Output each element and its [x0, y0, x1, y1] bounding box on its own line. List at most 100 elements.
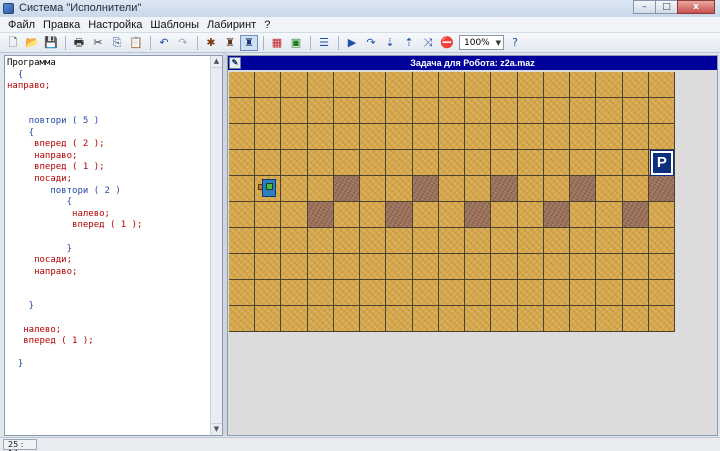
sand-cell[interactable] [438, 72, 466, 98]
sand-cell[interactable] [386, 98, 413, 124]
sand-cell[interactable] [517, 202, 544, 228]
sand-cell[interactable] [570, 228, 597, 254]
sand-cell[interactable] [412, 254, 439, 280]
sand-cell[interactable] [360, 306, 387, 332]
sand-cell[interactable] [438, 202, 466, 228]
sand-cell[interactable] [360, 254, 387, 280]
sand-cell[interactable] [570, 98, 597, 124]
sand-cell[interactable] [281, 124, 308, 150]
code-line[interactable] [7, 93, 207, 105]
sand-cell[interactable] [412, 72, 439, 98]
sand-cell[interactable] [491, 306, 518, 332]
sand-cell[interactable] [648, 98, 675, 124]
sand-cell[interactable] [281, 150, 308, 176]
sand-cell[interactable] [491, 280, 518, 306]
sand-cell[interactable] [412, 280, 439, 306]
sand-cell[interactable] [517, 306, 544, 332]
sand-cell[interactable] [386, 228, 413, 254]
menu-templates[interactable]: Шаблоны [146, 19, 203, 31]
code-line[interactable] [7, 232, 207, 244]
sand-cell[interactable] [438, 228, 466, 254]
soil-cell[interactable] [333, 176, 361, 202]
code-line[interactable]: вперед ( 1 ); [7, 220, 207, 232]
paste-icon[interactable]: 📋 [127, 35, 145, 51]
sand-cell[interactable] [255, 98, 282, 124]
sand-cell[interactable] [491, 228, 518, 254]
sand-cell[interactable] [360, 124, 387, 150]
sand-cell[interactable] [360, 202, 387, 228]
code-line[interactable]: повтори ( 5 ) [7, 116, 207, 128]
sand-cell[interactable] [622, 254, 649, 280]
sand-cell[interactable] [229, 150, 256, 176]
menu-settings[interactable]: Настройка [84, 19, 146, 31]
sand-cell[interactable] [412, 98, 439, 124]
sand-cell[interactable] [570, 202, 597, 228]
sand-cell[interactable] [255, 124, 282, 150]
robot-icon[interactable]: ♜ [221, 35, 239, 51]
sand-cell[interactable] [333, 254, 361, 280]
menu-file[interactable]: Файл [4, 19, 39, 31]
editor-scrollbar[interactable]: ▲ ▼ [210, 56, 222, 435]
sand-cell[interactable] [648, 306, 675, 332]
sand-cell[interactable] [412, 228, 439, 254]
sand-cell[interactable] [622, 280, 649, 306]
sand-cell[interactable] [281, 254, 308, 280]
code-line[interactable]: посади; [7, 174, 207, 186]
sand-cell[interactable] [622, 306, 649, 332]
soil-cell[interactable] [570, 176, 597, 202]
soil-cell[interactable] [491, 176, 518, 202]
code-line[interactable]: повтори ( 2 ) [7, 186, 207, 198]
sand-cell[interactable] [438, 280, 466, 306]
sand-cell[interactable] [438, 150, 466, 176]
sand-cell[interactable] [360, 150, 387, 176]
sand-cell[interactable] [465, 176, 492, 202]
sand-cell[interactable] [438, 124, 466, 150]
undo-icon[interactable]: ↶ [155, 35, 173, 51]
close-button[interactable]: x [677, 0, 715, 14]
sand-cell[interactable] [307, 306, 334, 332]
sand-cell[interactable] [412, 150, 439, 176]
copy-icon[interactable]: ⎘ [108, 35, 126, 51]
sand-cell[interactable] [517, 150, 544, 176]
step-over-icon[interactable]: ↷ [362, 35, 380, 51]
sand-cell[interactable] [622, 98, 649, 124]
sand-cell[interactable] [517, 176, 544, 202]
code-line[interactable]: } [7, 244, 207, 256]
sand-cell[interactable] [465, 306, 492, 332]
sand-cell[interactable] [281, 98, 308, 124]
soil-cell[interactable] [622, 202, 649, 228]
sand-cell[interactable] [491, 150, 518, 176]
sand-cell[interactable] [622, 176, 649, 202]
sand-cell[interactable] [491, 72, 518, 98]
sand-cell[interactable] [307, 98, 334, 124]
code-line[interactable]: } [7, 301, 207, 313]
sand-cell[interactable] [412, 306, 439, 332]
code-line[interactable] [7, 278, 207, 290]
sand-cell[interactable] [543, 72, 571, 98]
run-list-icon[interactable]: ☰ [315, 35, 333, 51]
sand-cell[interactable] [543, 150, 571, 176]
sand-cell[interactable] [412, 124, 439, 150]
open-folder-icon[interactable]: 📂 [23, 35, 41, 51]
sand-cell[interactable] [570, 254, 597, 280]
sand-cell[interactable] [438, 306, 466, 332]
sand-cell[interactable] [648, 202, 675, 228]
scroll-up-icon[interactable]: ▲ [211, 56, 222, 68]
code-line[interactable]: { [7, 128, 207, 140]
sand-cell[interactable] [596, 254, 623, 280]
sand-cell[interactable] [229, 124, 256, 150]
sand-cell[interactable] [255, 254, 282, 280]
sand-cell[interactable] [622, 150, 649, 176]
sand-cell[interactable] [360, 280, 387, 306]
sand-cell[interactable] [465, 98, 492, 124]
sand-cell[interactable] [491, 254, 518, 280]
sand-cell[interactable] [570, 150, 597, 176]
maze-grid[interactable]: P [229, 72, 675, 332]
sand-cell[interactable] [307, 176, 334, 202]
sand-cell[interactable] [307, 124, 334, 150]
soil-cell[interactable] [543, 202, 571, 228]
sand-cell[interactable] [333, 72, 361, 98]
sand-cell[interactable] [648, 72, 675, 98]
sand-cell[interactable] [543, 176, 571, 202]
help-icon[interactable]: ? [506, 35, 524, 51]
